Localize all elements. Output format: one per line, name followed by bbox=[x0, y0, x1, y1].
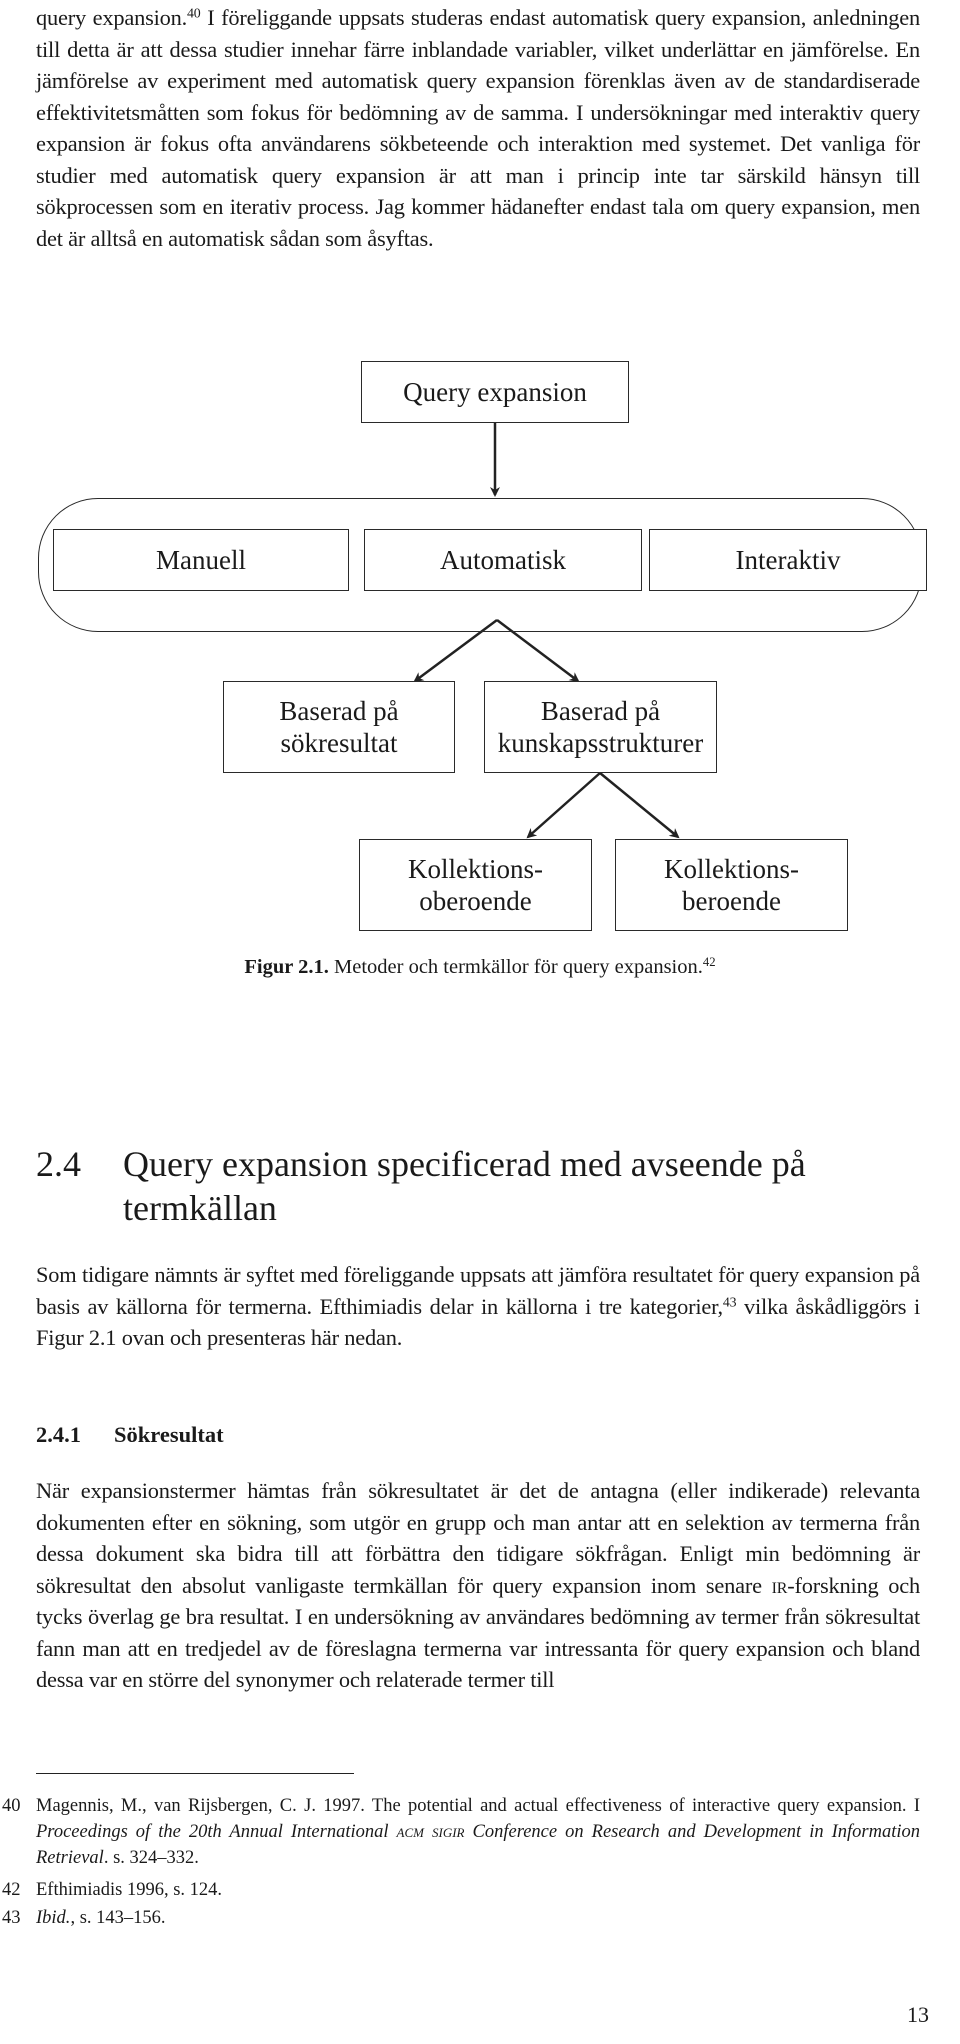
structure-label-line2: oberoende bbox=[419, 886, 532, 916]
structure-label-line2: beroende bbox=[682, 886, 781, 916]
section-title: Query expansion specificerad med avseend… bbox=[123, 1144, 806, 1228]
figure-caption-label: Figur 2.1. bbox=[244, 956, 329, 978]
footnote-number: 43 bbox=[2, 1908, 21, 1928]
box-method-automatisk: Automatisk bbox=[364, 529, 642, 591]
subsection-title: Sökresultat bbox=[114, 1422, 224, 1447]
footnote-text-rest: , s. 143–156. bbox=[70, 1908, 166, 1928]
source-label-line2: sökresultat bbox=[280, 728, 398, 758]
structure-label-line1: Kollektions- bbox=[664, 854, 799, 884]
footnote-text-post: . s. 324–332. bbox=[103, 1848, 199, 1868]
footnote-divider bbox=[36, 1773, 354, 1774]
footnote-italic: Ibid. bbox=[36, 1908, 71, 1928]
section-number: 2.4 bbox=[36, 1144, 81, 1184]
footnote-ref-43[interactable]: 43 bbox=[723, 1295, 737, 1310]
box-source-kunskapsstrukturer: Baserad på kunskapsstrukturer bbox=[484, 681, 717, 773]
footnote-italic-a: Proceedings of the 20th Annual Internati… bbox=[36, 1822, 397, 1842]
box-structure-beroende: Kollektions-beroende bbox=[615, 839, 848, 931]
footnote-number: 42 bbox=[2, 1880, 21, 1900]
source-label-line2: kunskapsstrukturer bbox=[497, 728, 704, 758]
page-number: 13 bbox=[907, 2002, 929, 2027]
box-method-interaktiv: Interaktiv bbox=[649, 529, 927, 591]
method-label: Interaktiv bbox=[735, 545, 841, 575]
box-structure-oberoende: Kollektions-oberoende bbox=[359, 839, 592, 931]
subsection-paragraph: När expansionstermer hämtas från sökresu… bbox=[36, 1475, 920, 1696]
figure-caption-text: Metoder och termkällor för query expansi… bbox=[328, 956, 703, 978]
box-query-expansion-label: Query expansion bbox=[403, 377, 587, 407]
figure-diagram: Query expansion Manuell Automatisk Inter… bbox=[0, 0, 960, 960]
footnote-text: Magennis, M., van Rijsbergen, C. J. 1997… bbox=[36, 1793, 920, 1871]
figure-caption: Figur 2.1. Metoder och termkällor för qu… bbox=[0, 956, 960, 979]
box-source-sokresultat: Baserad på sökresultat bbox=[223, 681, 455, 773]
arrow-to-oberoende bbox=[526, 772, 601, 839]
box-method-manuell: Manuell bbox=[53, 529, 349, 591]
arrow-to-beroende bbox=[599, 772, 680, 839]
subsection-heading: 2.4.1 Sökresultat bbox=[36, 1422, 224, 1448]
footnote-smallcaps: ACM SIGIR bbox=[396, 1822, 465, 1842]
method-label: Automatisk bbox=[440, 545, 566, 575]
footnote-number: 40 bbox=[2, 1796, 21, 1816]
structure-label-line1: Kollektions- bbox=[408, 854, 543, 884]
footnote-text-pre: Magennis, M., van Rijsbergen, C. J. 1997… bbox=[36, 1796, 920, 1816]
abbr-ir: IR bbox=[771, 1572, 788, 1598]
footnote-ref-42[interactable]: 42 bbox=[703, 955, 716, 969]
source-label-line1: Baserad på bbox=[279, 696, 399, 726]
footnote-text: Ibid., s. 143–156. bbox=[36, 1905, 920, 1931]
footnote-text: Efthimiadis 1996, s. 124. bbox=[36, 1880, 223, 1900]
subsection-number: 2.4.1 bbox=[36, 1422, 81, 1447]
source-label-line1: Baserad på bbox=[540, 696, 661, 726]
method-label: Manuell bbox=[156, 545, 246, 575]
diagram-arrows bbox=[413, 423, 680, 839]
box-query-expansion: Query expansion bbox=[361, 361, 629, 423]
section-paragraph: Som tidigare nämnts är syftet med föreli… bbox=[36, 1259, 920, 1354]
